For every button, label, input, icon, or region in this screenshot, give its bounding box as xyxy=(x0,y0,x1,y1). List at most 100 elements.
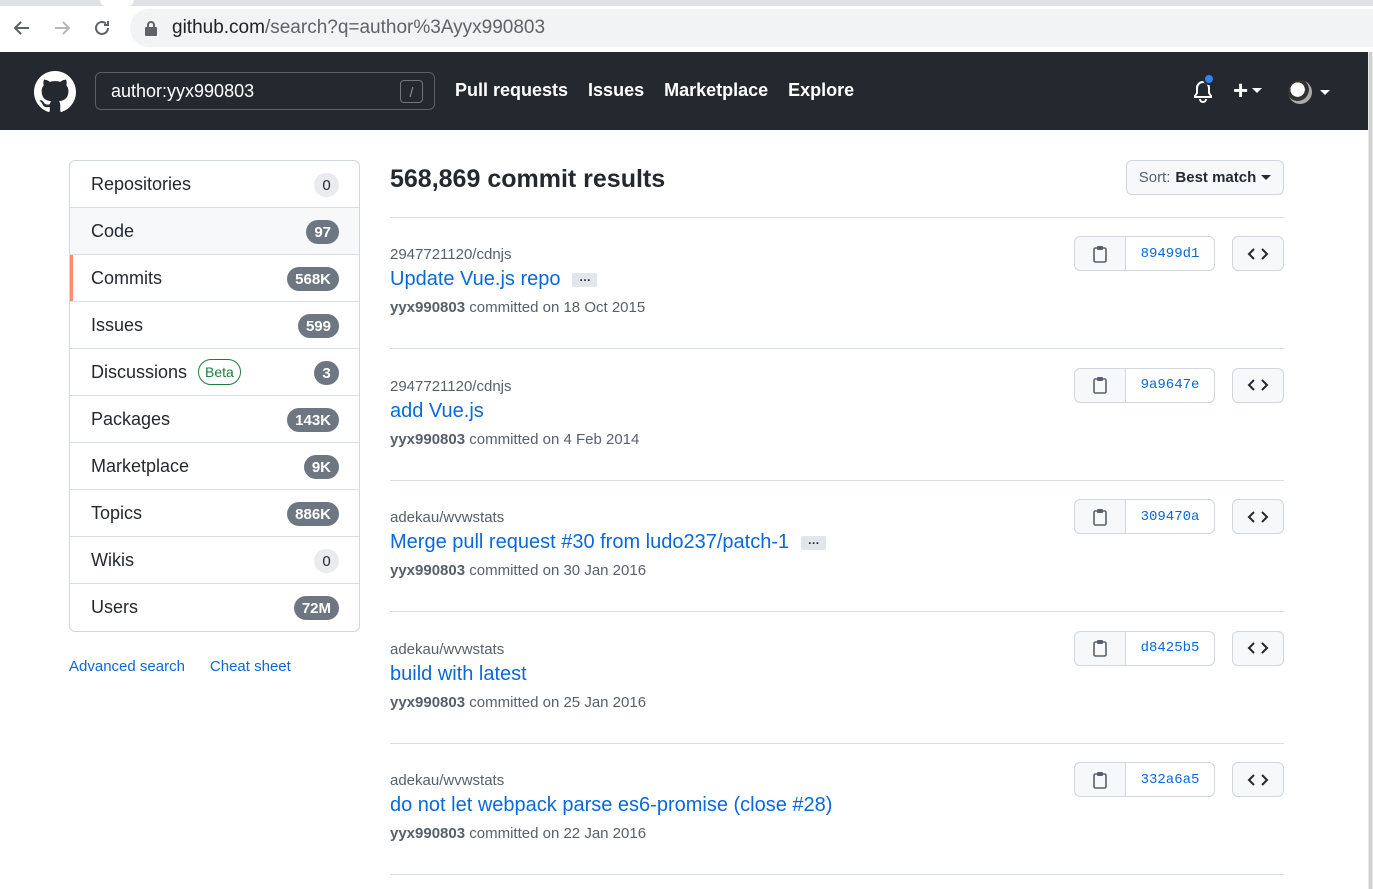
commit-author-link[interactable]: yyx990803 xyxy=(390,694,465,711)
copy-sha-button[interactable] xyxy=(1075,237,1126,270)
commit-sha-link[interactable]: 309470a xyxy=(1126,500,1214,533)
search-input[interactable] xyxy=(96,73,396,109)
github-logo-icon[interactable] xyxy=(34,71,76,113)
commit-message-link[interactable]: Merge pull request #30 from ludo237/patc… xyxy=(390,531,789,554)
expand-message-button[interactable]: … xyxy=(572,271,598,287)
address-bar[interactable]: github.com/search?q=author%3Ayyx990803 xyxy=(130,9,1373,47)
commit-author-link[interactable]: yyx990803 xyxy=(390,299,465,316)
menu-item-label: Wikis xyxy=(91,549,134,570)
count-badge: 143K xyxy=(287,408,339,432)
sha-button-group: 309470a xyxy=(1074,499,1215,534)
count-badge: 97 xyxy=(306,220,339,244)
tab-strip xyxy=(0,0,1373,6)
browser-toolbar: github.com/search?q=author%3Ayyx990803 xyxy=(0,0,1373,52)
commit-sha-link[interactable]: 89499d1 xyxy=(1126,237,1214,270)
menu-item-issues[interactable]: Issues 599 xyxy=(70,302,359,349)
commit-result: adekau/wvwstats Merge pull request #30 f… xyxy=(390,481,1284,612)
code-icon xyxy=(1247,510,1269,523)
commit-author-link[interactable]: yyx990803 xyxy=(390,431,465,448)
plus-icon: + xyxy=(1233,75,1249,105)
sort-dropdown[interactable]: Sort: Best match xyxy=(1126,160,1284,195)
copy-sha-button[interactable] xyxy=(1075,368,1126,402)
commit-result: adekau/wvwstats build with latest yyx990… xyxy=(390,613,1284,744)
commit-message-link[interactable]: do not let webpack parse es6-promise (cl… xyxy=(390,794,832,817)
forward-button[interactable] xyxy=(48,14,76,42)
commit-result: 2947721120/cdnjs add Vue.js yyx990803 co… xyxy=(390,350,1284,481)
commit-repo-link[interactable]: adekau/wvwstats xyxy=(390,641,504,658)
notifications-button[interactable] xyxy=(1191,73,1215,105)
code-icon xyxy=(1247,773,1269,786)
commit-sha-link[interactable]: d8425b5 xyxy=(1126,631,1214,665)
menu-item-wikis[interactable]: Wikis 0 xyxy=(70,537,359,584)
count-badge: 3 xyxy=(314,361,339,385)
commit-message-row: Merge pull request #30 from ludo237/patc… xyxy=(390,531,827,554)
scrollbar[interactable] xyxy=(1368,52,1373,889)
back-button[interactable] xyxy=(8,14,36,42)
count-badge: 568K xyxy=(287,267,339,291)
count-badge: 9K xyxy=(303,455,339,479)
search-type-menu: Repositories 0 Code 97 Commits 568K Issu… xyxy=(69,160,360,632)
browse-repo-at-commit-button[interactable] xyxy=(1232,630,1284,666)
menu-item-code[interactable]: Code 97 xyxy=(70,208,359,255)
commit-repo-link[interactable]: 2947721120/cdnjs xyxy=(390,246,512,263)
user-menu[interactable] xyxy=(1288,80,1330,104)
menu-item-topics[interactable]: Topics 886K xyxy=(70,490,359,537)
caret-down-icon xyxy=(1261,175,1272,180)
cheat-sheet-link[interactable]: Cheat sheet xyxy=(210,658,291,675)
code-icon xyxy=(1247,247,1269,260)
menu-item-label: Issues xyxy=(91,314,144,335)
expand-message-button[interactable]: … xyxy=(801,534,827,550)
menu-item-users[interactable]: Users 72M xyxy=(70,584,359,631)
nav-pull-requests[interactable]: Pull requests xyxy=(455,80,568,101)
count-badge: 886K xyxy=(287,502,339,526)
sha-button-group: 9a9647e xyxy=(1074,367,1215,403)
lock-icon xyxy=(145,21,157,36)
copy-sha-button[interactable] xyxy=(1075,763,1126,796)
header-nav: Pull requests Issues Marketplace Explore xyxy=(455,80,854,101)
commit-author-link[interactable]: yyx990803 xyxy=(390,562,465,579)
commit-message-row: Update Vue.js repo … xyxy=(390,268,598,291)
copy-sha-button[interactable] xyxy=(1075,500,1126,533)
menu-item-label: Marketplace xyxy=(91,455,190,476)
commit-message-link[interactable]: build with latest xyxy=(390,663,527,686)
menu-item-repositories[interactable]: Repositories 0 xyxy=(70,161,359,208)
nav-explore[interactable]: Explore xyxy=(788,80,854,101)
commit-date-text: committed on 22 Jan 2016 xyxy=(469,825,647,842)
commit-repo-link[interactable]: adekau/wvwstats xyxy=(390,772,504,789)
clipboard-icon xyxy=(1093,377,1107,394)
commit-sha-link[interactable]: 9a9647e xyxy=(1126,368,1214,402)
count-badge: 72M xyxy=(293,596,339,620)
caret-down-icon xyxy=(1320,89,1330,95)
commit-message-link[interactable]: Update Vue.js repo xyxy=(390,268,560,291)
reload-button[interactable] xyxy=(88,14,116,42)
menu-item-discussions[interactable]: Discussions Beta 3 xyxy=(70,349,359,396)
sort-value: Best match xyxy=(1175,169,1257,186)
caret-down-icon xyxy=(1252,87,1263,93)
commit-author-link[interactable]: yyx990803 xyxy=(390,825,465,842)
commit-date-text: committed on 18 Oct 2015 xyxy=(469,299,646,316)
clipboard-icon xyxy=(1093,508,1107,526)
commit-repo-link[interactable]: adekau/wvwstats xyxy=(390,509,504,526)
commit-sha-link[interactable]: 332a6a5 xyxy=(1126,763,1214,796)
nav-issues[interactable]: Issues xyxy=(588,80,644,101)
browse-repo-at-commit-button[interactable] xyxy=(1232,762,1284,797)
slash-shortcut-hint: / xyxy=(400,80,423,103)
menu-item-packages[interactable]: Packages 143K xyxy=(70,396,359,443)
commit-meta: yyx990803 committed on 25 Jan 2016 xyxy=(390,694,646,711)
menu-item-commits[interactable]: Commits 568K xyxy=(70,255,359,302)
browse-repo-at-commit-button[interactable] xyxy=(1232,499,1284,534)
arrow-left-icon xyxy=(13,21,29,35)
browse-repo-at-commit-button[interactable] xyxy=(1232,236,1284,271)
reload-icon xyxy=(95,20,109,35)
create-new-dropdown[interactable]: + xyxy=(1233,75,1263,105)
github-header: / Pull requests Issues Marketplace Explo… xyxy=(0,52,1368,130)
menu-item-marketplace[interactable]: Marketplace 9K xyxy=(70,443,359,490)
nav-marketplace[interactable]: Marketplace xyxy=(664,80,768,101)
commit-meta: yyx990803 committed on 4 Feb 2014 xyxy=(390,431,639,448)
count-badge: 599 xyxy=(297,314,339,338)
commit-message-link[interactable]: add Vue.js xyxy=(390,400,484,423)
commit-repo-link[interactable]: 2947721120/cdnjs xyxy=(390,378,512,395)
copy-sha-button[interactable] xyxy=(1075,631,1126,665)
browse-repo-at-commit-button[interactable] xyxy=(1232,367,1284,403)
advanced-search-link[interactable]: Advanced search xyxy=(69,658,185,675)
